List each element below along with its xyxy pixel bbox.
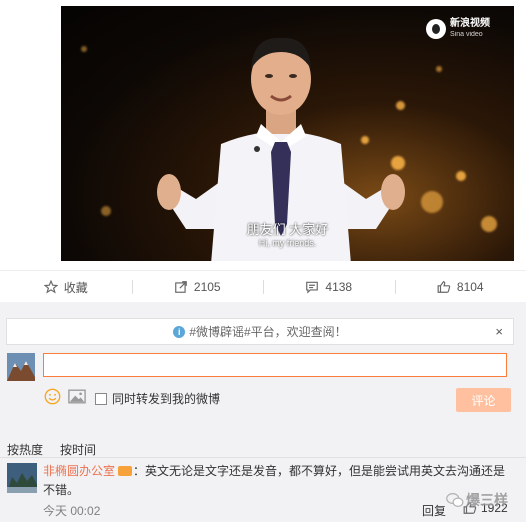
- action-bar: 收藏 2105 4138 8104: [0, 270, 526, 304]
- watermark: 爆三样: [446, 490, 508, 510]
- star-icon: [43, 280, 58, 294]
- vip-badge-icon: [118, 466, 133, 476]
- comment-count: 4138: [325, 280, 353, 294]
- sort-by-hot[interactable]: 按热度: [7, 441, 43, 458]
- video-player[interactable]: 新浪视频 Sina video 朋友们 大家好 Hi, my friends.: [61, 6, 514, 261]
- commenter-avatar[interactable]: [7, 463, 37, 493]
- subtitle-chinese: 朋友们 大家好: [246, 222, 329, 237]
- rumor-notice: i #微博辟谣#平台，欢迎查阅！ ×: [6, 318, 514, 345]
- like-count: 8104: [456, 280, 484, 294]
- picture-icon[interactable]: [68, 389, 86, 404]
- reply-link[interactable]: 回复: [422, 502, 446, 519]
- notice-text[interactable]: #微博辟谣#平台，欢迎查阅！: [189, 323, 346, 340]
- subtitle-english: Hi, my friends.: [258, 238, 317, 248]
- wechat-icon: [446, 493, 464, 507]
- comment-username[interactable]: 非椭圆办公室: [43, 464, 115, 478]
- avatar: [7, 353, 35, 381]
- comment-button[interactable]: 4138: [263, 271, 395, 303]
- favorite-button[interactable]: 收藏: [0, 271, 132, 303]
- video-subtitle: 朋友们 大家好 Hi, my friends.: [61, 219, 514, 248]
- repost-count: 2105: [193, 280, 221, 294]
- sort-by-time[interactable]: 按时间: [60, 441, 96, 458]
- repost-label: 同时转发到我的微博: [112, 392, 221, 406]
- repost-checkbox[interactable]: 同时转发到我的微博: [95, 390, 220, 407]
- emoji-icon[interactable]: [44, 388, 61, 405]
- watermark-text: 爆三样: [466, 492, 508, 508]
- comment-input[interactable]: [43, 353, 507, 377]
- info-icon: i: [173, 325, 186, 338]
- comment-icon: [306, 281, 319, 294]
- favorite-label: 收藏: [63, 280, 88, 295]
- submit-comment-button[interactable]: 评论: [456, 388, 511, 412]
- close-icon[interactable]: ×: [495, 324, 503, 339]
- comment-time: 今天 00:02: [43, 504, 101, 518]
- like-button[interactable]: 8104: [394, 271, 526, 303]
- repost-icon: [175, 281, 187, 293]
- sina-video-logo: 新浪视频 Sina video: [426, 18, 490, 40]
- repost-button[interactable]: 2105: [131, 271, 264, 303]
- divider: [0, 457, 526, 458]
- thumbs-up-icon: [437, 281, 451, 293]
- comment-item: 非椭圆办公室 ：英文无论是文字还是发音，都不算好，但是能尝试用英文去沟通还是不错。: [43, 462, 513, 500]
